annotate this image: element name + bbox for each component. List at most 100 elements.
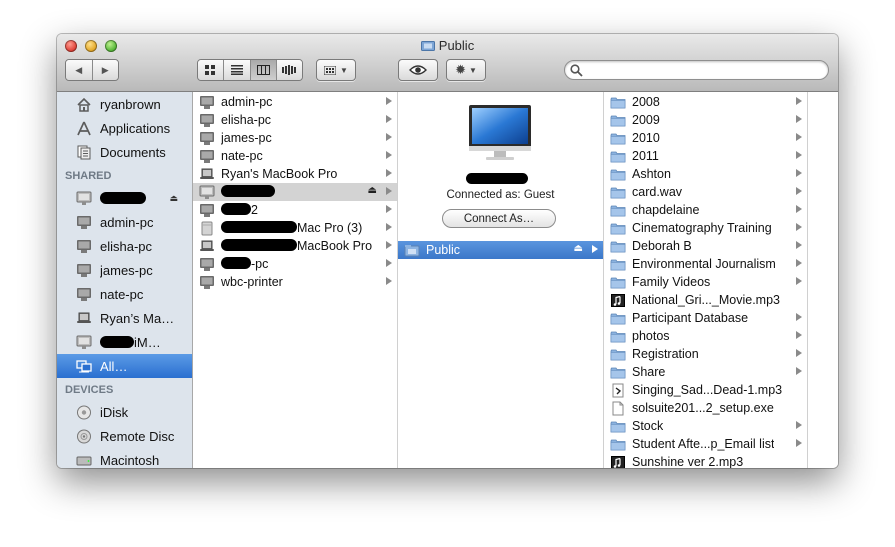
sidebar-item-shared-5[interactable]: Ryan’s Ma… [57,306,192,330]
disclosure-arrow-icon [796,205,802,213]
host-label: -pc [221,257,268,271]
back-button[interactable]: ◀ [66,60,93,80]
folder-icon [609,149,627,164]
doc-icon [609,401,627,416]
sidebar-item-shared-4[interactable]: nate-pc [57,282,192,306]
redacted-name [221,239,297,251]
host-row[interactable]: Ryan's MacBook Pro [193,165,397,183]
folder-icon [609,329,627,344]
folder-row[interactable]: 2010 [604,129,807,147]
sidebar-item-favorites-1[interactable]: Applications [57,116,192,140]
coverflow-view-button[interactable] [276,60,302,80]
folder-row[interactable]: Environmental Journalism [604,255,807,273]
arrange-icon [324,65,337,75]
forward-button[interactable]: ▶ [92,60,118,80]
imac-icon [198,185,216,200]
folder-row[interactable]: Participant Database [604,309,807,327]
chevron-down-icon: ▼ [340,65,348,75]
sidebar-item-label: Applications [100,121,170,136]
sidebar-item-text: Documents [100,144,166,160]
file-row[interactable]: solsuite201...2_setup.exe [604,399,807,417]
host-row[interactable]: wbc-printer [193,273,397,291]
folder-row[interactable]: photos [604,327,807,345]
sidebar-item-shared-1[interactable]: admin-pc [57,210,192,234]
folder-row[interactable]: 2008 [604,93,807,111]
folder-icon [609,257,627,272]
connect-as-button[interactable]: Connect As… [442,209,556,228]
folder-row[interactable]: 2009 [604,111,807,129]
host-row[interactable]: nate-pc [193,147,397,165]
host-row[interactable]: -pc [193,255,397,273]
host-row[interactable]: 2 [193,201,397,219]
host-label-text: 2 [251,203,258,217]
folder-icon [609,221,627,236]
sidebar-item-devices-0[interactable]: iDisk [57,400,192,424]
folder-row[interactable]: chapdelaine [604,201,807,219]
laptop-icon [198,167,216,182]
action-menu-button[interactable]: ✹ ▼ [446,59,486,81]
sidebar-item-shared-6[interactable]: iM… [57,330,192,354]
disclosure-arrow-icon [796,241,802,249]
disclosure-arrow-icon [796,421,802,429]
host-row[interactable]: admin-pc [193,93,397,111]
host-label-text: wbc-printer [221,275,283,289]
host-label-text: nate-pc [221,149,263,163]
folder-row[interactable]: Share [604,363,807,381]
sidebar-item-shared-0[interactable]: ⏏ [57,186,192,210]
sidebar-item-shared-3[interactable]: james-pc [57,258,192,282]
item-label: photos [632,329,670,343]
folder-icon [609,95,627,110]
folder-row[interactable]: card.wav [604,183,807,201]
share-row-public[interactable]: Public ⏏ [398,241,603,259]
folder-row[interactable]: 2011 [604,147,807,165]
host-row[interactable]: MacBook Pro [193,237,397,255]
imac-icon [75,190,93,206]
window-title: Public [57,38,838,53]
host-row[interactable]: elisha-pc [193,111,397,129]
column-view-button[interactable] [250,60,277,80]
file-row[interactable]: Sunshine ver 2.mp3 [604,453,807,468]
search-field[interactable] [564,60,829,80]
pc-icon [75,214,93,230]
quick-look-button[interactable] [398,59,438,81]
sidebar-item-shared-2[interactable]: elisha-pc [57,234,192,258]
item-label: Deborah B [632,239,692,253]
arrange-menu-button[interactable]: ▼ [316,59,356,81]
eject-icon[interactable]: ⏏ [368,185,377,196]
host-label: Mac Pro (3) [221,221,362,235]
folder-row[interactable]: Family Videos [604,273,807,291]
disclosure-arrow-icon [796,439,802,447]
item-label: National_Gri..._Movie.mp3 [632,293,780,307]
folder-row[interactable]: Cinematography Training [604,219,807,237]
pc-icon [198,113,216,128]
folder-row[interactable]: Student Afte...p_Email list [604,435,807,453]
sidebar-item-text: Remote Disc [100,428,175,444]
host-row[interactable]: james-pc [193,129,397,147]
folder-row[interactable]: Stock [604,417,807,435]
icon-view-button[interactable] [198,60,225,80]
disclosure-arrow-icon [386,223,392,231]
item-label: Stock [632,419,664,433]
sidebar-item-devices-1[interactable]: Remote Disc [57,424,192,448]
sidebar-item-favorites-0[interactable]: ryanbrown [57,92,192,116]
eject-icon[interactable]: ⏏ [574,243,583,254]
file-row[interactable]: Singing_Sad...Dead-1.mp3 [604,381,807,399]
folder-icon [609,347,627,362]
sidebar-item-shared-7[interactable]: All… [57,354,192,378]
host-row[interactable]: Mac Pro (3) [193,219,397,237]
sidebar-section-devices: DEVICES [65,384,114,396]
folder-row[interactable]: Registration [604,345,807,363]
hd-icon [75,452,93,468]
audio-icon [609,455,627,468]
folder-row[interactable]: Deborah B [604,237,807,255]
host-label: james-pc [221,131,272,145]
sidebar-item-devices-2[interactable]: Macintosh [57,448,192,468]
folder-row[interactable]: Ashton [604,165,807,183]
host-row[interactable]: ⏏ [193,183,397,201]
sidebar-item-favorites-2[interactable]: Documents [57,140,192,164]
list-view-button[interactable] [224,60,251,80]
eject-icon[interactable]: ⏏ [169,193,178,204]
disclosure-arrow-icon [386,115,392,123]
file-row[interactable]: National_Gri..._Movie.mp3 [604,291,807,309]
sidebar-item-label: iDisk [100,405,128,420]
